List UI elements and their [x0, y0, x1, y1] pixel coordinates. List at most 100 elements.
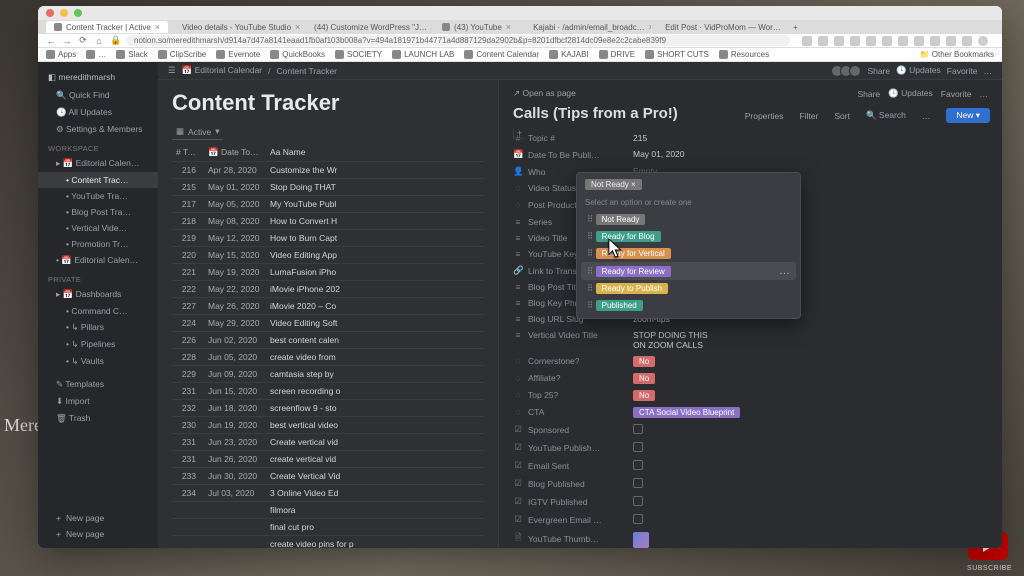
- col-topic[interactable]: # Topic #: [172, 144, 204, 161]
- dropdown-option[interactable]: ⠿ Ready for Vertical: [581, 245, 796, 262]
- table-row[interactable]: 230Jun 19, 2020best vertical video: [172, 417, 484, 434]
- search-button[interactable]: 🔍 Search: [866, 110, 906, 121]
- bookmark[interactable]: Slack: [116, 50, 148, 59]
- sidebar-page[interactable]: ▸ 📅 Dashboards: [38, 286, 158, 303]
- minimize-window[interactable]: [60, 9, 68, 17]
- drag-handle-icon[interactable]: ⠿: [587, 214, 593, 224]
- dropdown-option[interactable]: ⠿ Published: [581, 297, 796, 314]
- property-row[interactable]: ≡Vertical Video TitleSTOP DOING THISON Z…: [513, 327, 988, 353]
- property-row[interactable]: ◌Cornerstone?No: [513, 353, 988, 370]
- checkbox[interactable]: [633, 496, 643, 506]
- bookmark[interactable]: KAJABI: [549, 50, 589, 59]
- share-button[interactable]: Share: [867, 66, 890, 76]
- property-row[interactable]: 📅Date To Be Publi…May 01, 2020: [513, 146, 988, 163]
- property-row[interactable]: ☑Email Sent: [513, 457, 988, 475]
- ext-icon[interactable]: [946, 36, 956, 46]
- new-tab-button[interactable]: +: [785, 22, 806, 33]
- table-row[interactable]: 224May 29, 2020Video Editing Soft: [172, 315, 484, 332]
- sidebar-page[interactable]: • Vertical Vide…: [38, 220, 158, 236]
- dropdown-option[interactable]: ⠿ Ready to Publish: [581, 280, 796, 297]
- property-row[interactable]: ☑Evergreen Email …: [513, 511, 988, 529]
- table-row[interactable]: 228Jun 05, 2020create video from: [172, 349, 484, 366]
- sidebar-item[interactable]: ⚙ Settings & Members: [38, 121, 158, 138]
- forward-icon[interactable]: →: [62, 36, 72, 46]
- bookmark[interactable]: Content Calendar: [464, 50, 539, 59]
- table-row[interactable]: final cut pro: [172, 519, 484, 536]
- property-row[interactable]: ☑Blog Published: [513, 475, 988, 493]
- sidebar-page[interactable]: • YouTube Tra…: [38, 188, 158, 204]
- ext-icon[interactable]: [850, 36, 860, 46]
- breadcrumb[interactable]: Content Tracker: [277, 66, 337, 76]
- sidebar-page[interactable]: • Command C…: [38, 303, 158, 319]
- sidebar-item[interactable]: ⬇ Import: [38, 393, 158, 410]
- peek-updates[interactable]: 🕓 Updates: [888, 88, 933, 99]
- property-row[interactable]: ◌CTACTA Social Video Blueprint: [513, 404, 988, 421]
- view-tab-active[interactable]: ▦ Active ▾: [172, 124, 223, 140]
- sidebar-item[interactable]: 🔍 Quick Find: [38, 87, 158, 104]
- browser-tab[interactable]: (44) Customize WordPress "J…×: [302, 21, 432, 33]
- close-window[interactable]: [46, 9, 54, 17]
- browser-tab[interactable]: Video details - YouTube Studio×: [170, 21, 300, 33]
- sidebar-page[interactable]: ▸ 📅 Editorial Calen…: [38, 155, 158, 172]
- close-tab-icon[interactable]: ×: [431, 22, 432, 32]
- drag-handle-icon[interactable]: ⠿: [587, 248, 593, 258]
- filter-button[interactable]: Filter: [799, 111, 818, 121]
- address-bar[interactable]: notion.so/meredithmarsh/d914a7d47a8141ea…: [126, 35, 790, 46]
- table-row[interactable]: 217May 05, 2020My YouTube Publ: [172, 196, 484, 213]
- sidebar-page[interactable]: • ↳ Pipelines: [38, 336, 158, 353]
- table-row[interactable]: 221May 19, 2020LumaFusion iPho: [172, 264, 484, 281]
- bookmark[interactable]: QuickBooks: [270, 50, 325, 59]
- sidebar-page[interactable]: • 📅 Editorial Calen…: [38, 252, 158, 269]
- breadcrumb[interactable]: 📅 Editorial Calendar: [182, 65, 263, 76]
- ext-icon[interactable]: [898, 36, 908, 46]
- browser-tab[interactable]: Edit Post · VidProMom — Wor…×: [653, 21, 783, 33]
- ext-icon[interactable]: [866, 36, 876, 46]
- dropdown-option[interactable]: ⠿ Ready for Blog: [581, 228, 796, 245]
- drag-handle-icon[interactable]: ⠿: [587, 283, 593, 293]
- reload-icon[interactable]: ⟳: [78, 35, 88, 46]
- back-icon[interactable]: ←: [46, 36, 56, 46]
- home-icon[interactable]: ⌂: [94, 36, 104, 46]
- selected-tag[interactable]: Not Ready ×: [585, 179, 642, 190]
- browser-tab[interactable]: Content Tracker | Active×: [46, 21, 168, 33]
- peek-share[interactable]: Share: [857, 89, 880, 99]
- col-name[interactable]: Aa Name: [266, 144, 484, 161]
- peek-favorite[interactable]: Favorite: [941, 89, 972, 99]
- property-row[interactable]: 🗎YouTube Thumb…: [513, 529, 988, 548]
- sidebar-item[interactable]: ✎ Templates: [38, 376, 158, 393]
- more-icon[interactable]: …: [984, 66, 993, 76]
- property-row[interactable]: ☑YouTube Publish…: [513, 439, 988, 457]
- option-more-icon[interactable]: …: [779, 265, 790, 277]
- sidebar-page[interactable]: • Blog Post Tra…: [38, 204, 158, 220]
- browser-tab[interactable]: Kajabi · /admin/email_broadc…×: [521, 21, 651, 33]
- table-row[interactable]: 229Jun 09, 2020camtasia step by: [172, 366, 484, 383]
- checkbox[interactable]: [633, 460, 643, 470]
- ext-icon[interactable]: [962, 36, 972, 46]
- sidebar-page[interactable]: • Promotion Tr…: [38, 236, 158, 252]
- property-row[interactable]: #Topic #215: [513, 130, 988, 146]
- browser-tab[interactable]: (43) YouTube×: [434, 21, 519, 33]
- table-row[interactable]: 231Jun 15, 2020screen recording o: [172, 383, 484, 400]
- more-icon[interactable]: …: [922, 111, 931, 121]
- table-row[interactable]: 231Jun 23, 2020Create vertical vid: [172, 434, 484, 451]
- ext-icon[interactable]: [802, 36, 812, 46]
- property-row[interactable]: ◌Top 25?No: [513, 387, 988, 404]
- table-row[interactable]: 216Apr 28, 2020Customize the Wr: [172, 162, 484, 179]
- close-tab-icon[interactable]: ×: [649, 22, 651, 32]
- drag-handle-icon[interactable]: ⠿: [587, 266, 593, 276]
- ext-icon[interactable]: [930, 36, 940, 46]
- new-page-button[interactable]: + New page: [38, 526, 158, 542]
- ext-icon[interactable]: [818, 36, 828, 46]
- ext-icon[interactable]: [834, 36, 844, 46]
- property-row[interactable]: ◌Affiliate?No: [513, 370, 988, 387]
- thumbnail-preview[interactable]: [633, 532, 649, 548]
- bookmark[interactable]: LAUNCH LAB: [392, 50, 454, 59]
- property-row[interactable]: ☑Sponsored: [513, 421, 988, 439]
- table-row[interactable]: 233Jun 30, 2020Create Vertical Vid: [172, 468, 484, 485]
- sidebar-page[interactable]: • ↳ Pillars: [38, 319, 158, 336]
- ext-icon[interactable]: [978, 36, 988, 46]
- table-row[interactable]: 231Jun 26, 2020create vertical vid: [172, 451, 484, 468]
- sort-button[interactable]: Sort: [834, 111, 850, 121]
- updates-button[interactable]: 🕓 Updates: [896, 65, 941, 76]
- bookmark[interactable]: …: [86, 50, 106, 59]
